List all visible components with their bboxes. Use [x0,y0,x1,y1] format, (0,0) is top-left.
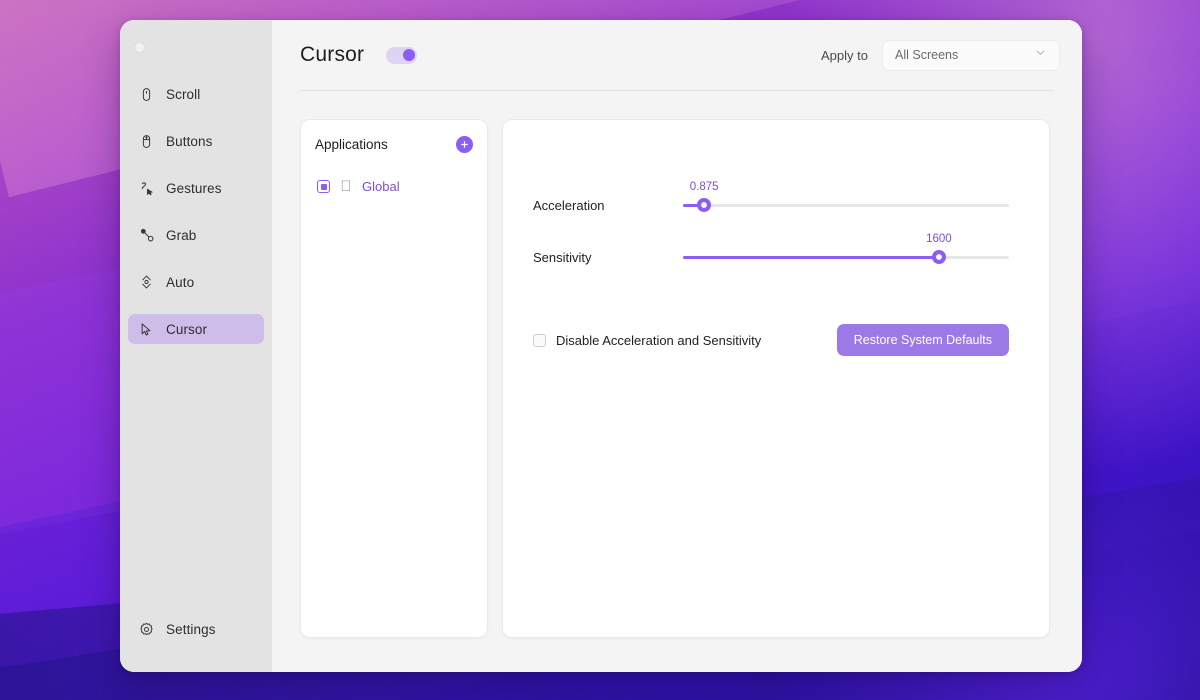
gear-icon [138,621,155,638]
sidebar: Scroll Buttons [120,20,272,672]
sidebar-item-label: Gestures [166,181,222,196]
sensitivity-slider-row: Sensitivity 1600 [533,244,1009,270]
sidebar-item-label: Scroll [166,87,200,102]
cursor-arrow-icon [138,321,155,338]
chevron-down-icon [1034,46,1047,64]
slider-fill [683,256,939,259]
acceleration-label: Acceleration [533,198,683,213]
sensitivity-label: Sensitivity [533,250,683,265]
sidebar-footer: Settings [120,614,272,672]
sidebar-item-gestures[interactable]: Gestures [128,173,264,203]
mouse-scroll-icon [138,86,155,103]
panels-container: Applications  Global [272,91,1082,672]
sidebar-item-label: Settings [166,622,216,637]
sidebar-item-label: Cursor [166,322,207,337]
sidebar-item-label: Buttons [166,134,212,149]
applications-header: Applications [315,136,473,153]
sensitivity-slider[interactable]: 1600 [683,244,1009,270]
toggle-knob [403,49,415,61]
sidebar-item-settings[interactable]: Settings [128,614,264,644]
cursor-settings-panel: Acceleration 0.875 Sensitivity [502,119,1050,638]
acceleration-slider[interactable]: 0.875 [683,192,1009,218]
checkbox-fill [321,184,327,190]
disable-accel-sens-checkbox[interactable] [533,334,546,347]
auto-arrows-icon [138,274,155,291]
list-item[interactable]:  Global [315,177,473,196]
applications-panel: Applications  Global [300,119,488,638]
grab-icon [138,227,155,244]
gesture-icon [138,180,155,197]
disable-accel-sens-label: Disable Acceleration and Sensitivity [556,333,761,348]
apple-logo-icon:  [339,179,353,194]
cursor-enable-toggle[interactable] [386,47,417,64]
sidebar-item-auto[interactable]: Auto [128,267,264,297]
page-header: Cursor Apply to All Screens [272,20,1082,90]
sidebar-item-buttons[interactable]: Buttons [128,126,264,156]
sidebar-nav-list: Scroll Buttons [120,79,272,614]
acceleration-slider-row: Acceleration 0.875 [533,192,1009,218]
application-checkbox[interactable] [317,180,330,193]
app-window: Scroll Buttons [120,20,1082,672]
window-close-dot[interactable] [134,42,145,53]
acceleration-value: 0.875 [690,181,719,193]
slider-thumb[interactable] [697,198,711,212]
sidebar-item-grab[interactable]: Grab [128,220,264,250]
sidebar-item-label: Grab [166,228,196,243]
desktop-wallpaper: Scroll Buttons [0,0,1200,700]
apply-to-label: Apply to [821,48,868,63]
sensitivity-value: 1600 [926,233,952,245]
slider-track [683,204,1009,207]
header-controls: Apply to All Screens [821,40,1060,71]
application-name: Global [362,179,400,194]
sidebar-item-label: Auto [166,275,194,290]
sidebar-item-scroll[interactable]: Scroll [128,79,264,109]
mouse-buttons-icon [138,133,155,150]
slider-thumb[interactable] [932,250,946,264]
restore-system-defaults-button[interactable]: Restore System Defaults [837,324,1009,356]
screen-select-dropdown[interactable]: All Screens [882,40,1060,71]
disable-accel-sens-checkbox-wrap[interactable]: Disable Acceleration and Sensitivity [533,333,761,348]
add-application-button[interactable] [456,136,473,153]
content-area: Cursor Apply to All Screens [272,20,1082,672]
page-title: Cursor [300,43,364,67]
sidebar-item-cursor[interactable]: Cursor [128,314,264,344]
applications-title: Applications [315,137,388,152]
settings-bottom-row: Disable Acceleration and Sensitivity Res… [533,324,1009,356]
screen-select-value: All Screens [895,48,958,62]
